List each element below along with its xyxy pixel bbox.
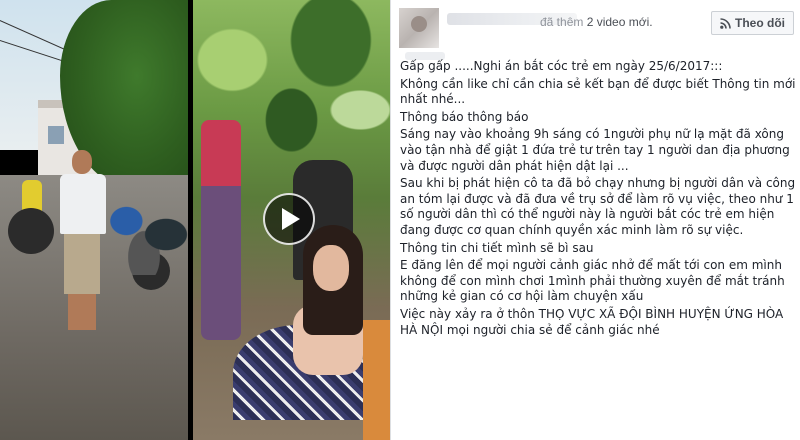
- video-count[interactable]: 2 video mới.: [587, 15, 653, 29]
- post-paragraph: Thông tin chi tiết mình sẽ bì sau: [400, 240, 594, 255]
- post-paragraph: Việc này xảy ra ở thôn THỌ VỰC XÃ ĐỘI BÌ…: [400, 306, 784, 337]
- post-action: đã thêm 2 video mới.: [540, 15, 653, 29]
- video-clip-left: [0, 0, 188, 440]
- post-paragraph: E đăng lên để mọi người cảnh giác nhở để…: [400, 258, 785, 304]
- post-paragraph: Gấp gấp .....Nghi án bắt cóc trẻ em ngày…: [400, 59, 723, 73]
- post-paragraph: Thông báo thông báo: [400, 109, 529, 124]
- follow-label: Theo dõi: [735, 16, 785, 30]
- post-body: Gấp gấp .....Nghi án bắt cóc trẻ em ngày…: [400, 59, 800, 340]
- motorbike: [8, 208, 54, 254]
- man-standing: [58, 150, 108, 330]
- follow-button[interactable]: Theo dõi: [711, 11, 794, 35]
- post-paragraph: Sáng nay vào khoảng 9h sáng có 1người ph…: [400, 127, 790, 173]
- object-orange: [363, 320, 390, 440]
- avatar[interactable]: [399, 8, 439, 48]
- rss-icon: [720, 17, 731, 29]
- woman-sitting: [233, 225, 363, 420]
- post-paragraph: Sau khi bị phát hiện cô ta đã bỏ chạy nh…: [400, 176, 796, 237]
- crowd: [100, 185, 188, 275]
- play-button[interactable]: [263, 193, 315, 245]
- post-paragraph: Không cần like chỉ cần chia sẻ kết bạn đ…: [400, 76, 796, 107]
- action-prefix: đã thêm: [540, 15, 584, 29]
- play-icon: [282, 208, 300, 230]
- video-player[interactable]: [0, 0, 390, 440]
- post-panel: đã thêm 2 video mới. Theo dõi Gấp gấp ..…: [390, 0, 800, 440]
